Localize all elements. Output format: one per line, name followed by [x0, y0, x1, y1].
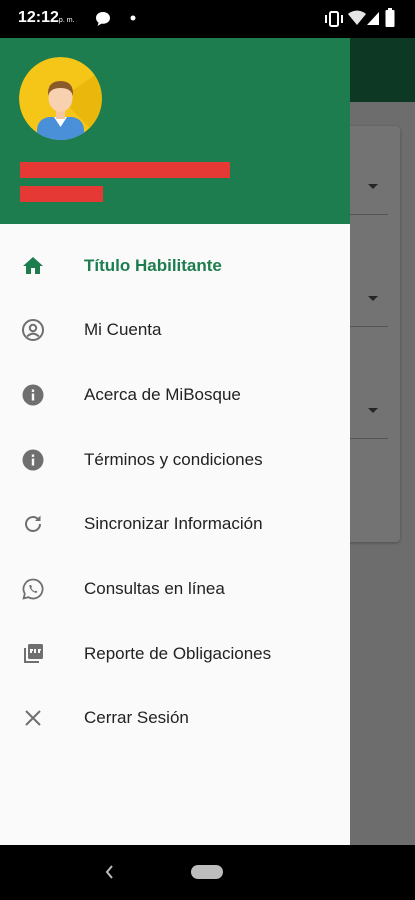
menu-label: Reporte de Obligaciones — [84, 644, 272, 663]
wifi-icon — [348, 10, 366, 25]
signal-icon — [367, 12, 379, 25]
menu-label: Sincronizar Información — [84, 514, 263, 533]
info-icon — [22, 449, 44, 471]
menu-item-mi-cuenta[interactable]: Mi Cuenta — [0, 298, 350, 362]
menu-label: Mi Cuenta — [84, 320, 162, 339]
pdf-icon — [24, 644, 43, 663]
refresh-icon — [25, 515, 41, 532]
menu-item-terminos-y-condiciones[interactable]: Términos y condiciones — [0, 428, 350, 492]
menu-item-sincronizar-informacion[interactable]: Sincronizar Información — [0, 492, 350, 556]
close-icon — [25, 710, 41, 726]
status-ampm: p. m. — [58, 17, 75, 24]
vibrate-icon — [325, 11, 343, 27]
menu-item-acerca-de-mibosque[interactable]: Acerca de MiBosque — [0, 363, 350, 427]
redacted-user-detail — [20, 186, 103, 202]
avatar-illustration — [19, 57, 102, 140]
home-pill-icon[interactable] — [191, 865, 223, 879]
account-circle-icon — [22, 319, 44, 341]
home-icon — [23, 257, 43, 274]
menu-label: Consultas en línea — [84, 579, 225, 598]
redacted-username — [20, 162, 230, 178]
chat-icon — [96, 12, 110, 26]
status-bar: 12:12p. m. — [0, 0, 415, 38]
menu-label: Cerrar Sesión — [84, 708, 189, 727]
menu-item-consultas-en-linea[interactable]: Consultas en línea — [0, 557, 350, 621]
system-navigation-bar — [0, 845, 415, 900]
status-time: 12:12p. m. — [18, 9, 74, 27]
menu-item-titulo-habilitante[interactable]: Título Habilitante — [0, 234, 350, 298]
menu-item-reporte-de-obligaciones[interactable]: Reporte de Obligaciones — [0, 622, 350, 686]
user-avatar-icon[interactable] — [19, 57, 102, 140]
back-icon[interactable] — [103, 863, 115, 881]
menu-label: Términos y condiciones — [84, 450, 263, 469]
battery-icon — [385, 8, 395, 27]
status-time-text: 12:12 — [18, 9, 59, 26]
drawer-header — [0, 38, 350, 224]
navigation-drawer: Título Habilitante Mi Cuenta Acerca de M… — [0, 38, 350, 845]
whatsapp-icon — [22, 578, 44, 600]
menu-label: Acerca de MiBosque — [84, 385, 241, 404]
dot-icon — [130, 15, 136, 21]
info-icon — [22, 384, 44, 406]
menu-item-cerrar-sesion[interactable]: Cerrar Sesión — [0, 686, 350, 750]
menu-label: Título Habilitante — [84, 256, 222, 275]
